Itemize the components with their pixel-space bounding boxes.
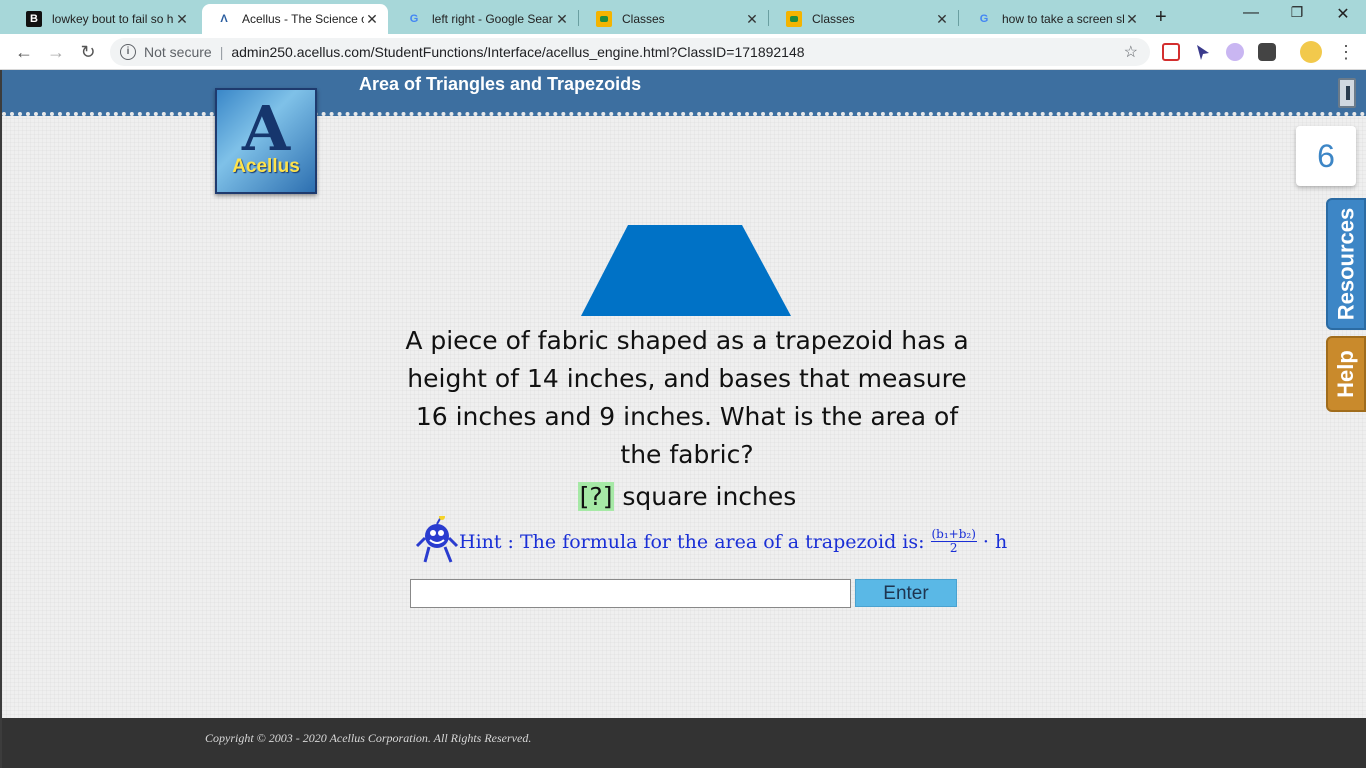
answer-placeholder: [?]	[577, 482, 615, 511]
extension-cursor-icon[interactable]	[1194, 43, 1212, 61]
tab-separator	[958, 10, 959, 26]
trapezoid-shape	[581, 225, 791, 316]
extension-robot-icon[interactable]	[1258, 43, 1276, 61]
tab-strip: B lowkey bout to fail so h ✕ Λ Acellus -…	[0, 0, 1366, 34]
menu-icon[interactable]: ⋮	[1334, 40, 1358, 64]
logo-letter: A	[241, 92, 291, 165]
browser-toolbar: ← → ↻ i Not secure | admin250.acellus.co…	[0, 34, 1366, 70]
new-tab-icon[interactable]: +	[1155, 6, 1167, 29]
question-text: A piece of fabric shaped as a trapezoid …	[405, 326, 969, 469]
exit-door-icon[interactable]	[1338, 78, 1356, 108]
problem-counter: 6	[1296, 126, 1356, 186]
classroom-icon	[596, 11, 612, 27]
tab-separator	[768, 10, 769, 26]
copyright-text: Copyright © 2003 - 2020 Acellus Corporat…	[205, 731, 532, 745]
answer-unit: square inches	[614, 482, 797, 511]
close-icon[interactable]: ✕	[554, 11, 570, 28]
close-icon[interactable]: ✕	[364, 11, 380, 28]
google-icon: G	[979, 13, 989, 25]
hint-mascot-icon	[415, 516, 459, 563]
address-bar[interactable]: i Not secure | admin250.acellus.com/Stud…	[110, 38, 1150, 66]
info-icon[interactable]: i	[120, 44, 136, 60]
tab-separator	[578, 10, 579, 26]
divider: |	[219, 44, 224, 60]
hint-fraction: (b₁+b₂) 2	[930, 527, 977, 555]
browser-tab-2[interactable]: Λ Acellus - The Science of ✕	[202, 4, 388, 34]
hint-denominator: 2	[949, 541, 958, 555]
forward-arrow-icon[interactable]: →	[44, 40, 68, 64]
tab-title: lowkey bout to fail so h	[52, 12, 174, 26]
extension-shield-icon[interactable]	[1162, 43, 1180, 61]
browser-tab-1[interactable]: B lowkey bout to fail so h ✕	[12, 4, 198, 34]
acellus-logo: A Acellus	[215, 88, 317, 194]
b-icon: B	[26, 11, 42, 27]
help-button[interactable]: Help	[1326, 336, 1366, 412]
hint-prefix: Hint : The formula for the area of a tra…	[459, 530, 925, 553]
browser-tab-3[interactable]: G left right - Google Sear ✕	[392, 4, 578, 34]
help-label: Help	[1333, 350, 1358, 398]
minimize-icon[interactable]: —	[1228, 4, 1274, 22]
security-label: Not secure	[144, 44, 212, 60]
back-arrow-icon[interactable]: ←	[12, 40, 36, 64]
google-icon: G	[409, 13, 419, 25]
resources-label: Resources	[1333, 207, 1359, 321]
hint-numerator: (b₁+b₂)	[930, 527, 977, 542]
tab-title: Acellus - The Science of	[242, 12, 364, 26]
answer-prompt: [?] square inches	[402, 482, 972, 511]
reload-icon[interactable]: ↻	[76, 40, 100, 64]
restore-icon[interactable]: ❐	[1274, 4, 1320, 21]
browser-tab-6[interactable]: G how to take a screen sh ✕	[962, 4, 1148, 34]
close-icon[interactable]: ✕	[1124, 11, 1140, 28]
extension-play-icon[interactable]	[1226, 43, 1244, 61]
hint-suffix: · h	[982, 530, 1008, 553]
acellus-icon: Λ	[220, 13, 228, 25]
browser-tab-5[interactable]: Classes ✕	[772, 4, 958, 34]
tab-title: left right - Google Sear	[432, 12, 553, 26]
page-footer: Copyright © 2003 - 2020 Acellus Corporat…	[2, 718, 1366, 768]
close-icon[interactable]: ✕	[174, 11, 190, 28]
lesson-banner: Area of Triangles and Trapezoids	[2, 70, 1366, 116]
hint-text: Hint : The formula for the area of a tra…	[459, 528, 1007, 555]
window-close-icon[interactable]: ✕	[1320, 4, 1366, 24]
lesson-title: Area of Triangles and Trapezoids	[359, 74, 642, 94]
bookmark-star-icon[interactable]: ☆	[1124, 42, 1138, 62]
classroom-icon	[786, 11, 802, 27]
hint: Hint : The formula for the area of a tra…	[415, 516, 1007, 564]
close-icon[interactable]: ✕	[744, 11, 760, 28]
acellus-page: Area of Triangles and Trapezoids A Acell…	[0, 70, 1366, 768]
tab-title: Classes	[622, 12, 665, 26]
close-icon[interactable]: ✕	[934, 11, 950, 28]
url-text[interactable]: admin250.acellus.com/StudentFunctions/In…	[231, 44, 804, 60]
answer-input[interactable]	[410, 579, 851, 608]
browser-tab-4[interactable]: Classes ✕	[582, 4, 768, 34]
logo-text: Acellus	[232, 156, 300, 177]
tab-title: how to take a screen sh	[1002, 12, 1124, 26]
avatar[interactable]	[1300, 41, 1322, 63]
enter-button[interactable]: Enter	[855, 579, 957, 607]
resources-button[interactable]: Resources	[1326, 198, 1366, 330]
tab-title: Classes	[812, 12, 855, 26]
